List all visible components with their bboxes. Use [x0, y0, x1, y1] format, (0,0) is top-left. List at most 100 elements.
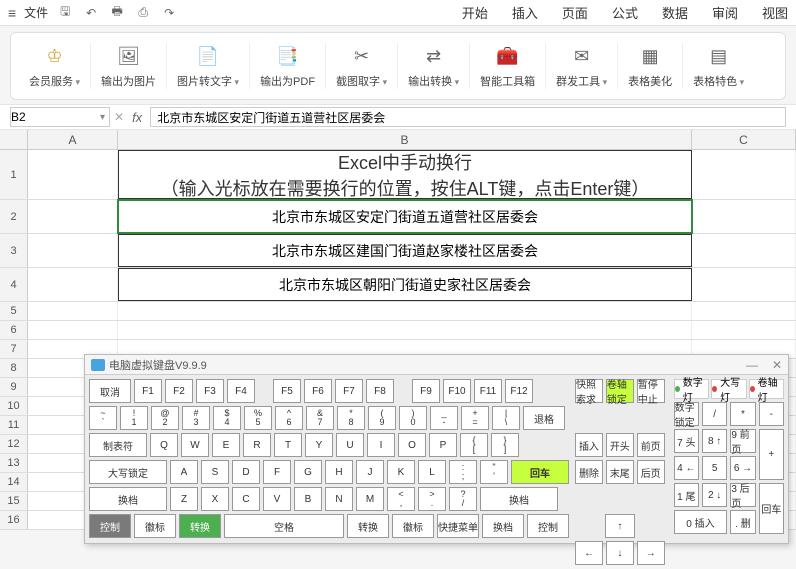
- key-6[interactable]: ^6: [275, 406, 303, 430]
- ribbon-会员服务[interactable]: ♔会员服务: [19, 43, 91, 89]
- cancel-formula-icon[interactable]: ✕: [114, 110, 124, 124]
- cell-c5[interactable]: [692, 302, 796, 320]
- tab-page[interactable]: 页面: [562, 3, 588, 22]
- key-k[interactable]: K: [387, 460, 415, 484]
- key-换档7[interactable]: 换档: [482, 514, 524, 538]
- key-np4[interactable]: 4 ←: [674, 456, 699, 480]
- key-8[interactable]: *8: [337, 406, 365, 430]
- key-'[interactable]: "': [480, 460, 508, 484]
- row-header-9[interactable]: 9: [0, 378, 28, 396]
- key-esc[interactable]: 取消: [89, 379, 131, 403]
- ribbon-智能工具箱[interactable]: 🧰智能工具箱: [470, 43, 546, 89]
- row-header-10[interactable]: 10: [0, 397, 28, 415]
- cell-a5[interactable]: [28, 302, 118, 320]
- ribbon-表格特色[interactable]: ▤表格特色: [683, 43, 754, 89]
- key-f6[interactable]: F6: [304, 379, 332, 403]
- key-enter[interactable]: 回车: [511, 460, 569, 484]
- key-f9[interactable]: F9: [412, 379, 440, 403]
- cell-c3[interactable]: [692, 234, 796, 267]
- key-f2[interactable]: F2: [165, 379, 193, 403]
- select-all-corner[interactable]: [0, 130, 28, 149]
- key-2[interactable]: @2: [151, 406, 179, 430]
- cell-b6[interactable]: [118, 321, 692, 339]
- key-side-m2-1[interactable]: 末尾: [606, 460, 634, 484]
- key-5[interactable]: %5: [244, 406, 272, 430]
- key-side-top-1[interactable]: 卷轴锁定: [606, 379, 634, 403]
- key-tab[interactable]: 制表符: [89, 433, 147, 457]
- key-[[interactable]: {[: [460, 433, 488, 457]
- key-left[interactable]: ←: [575, 541, 603, 565]
- key-7[interactable]: &7: [306, 406, 334, 430]
- key-i[interactable]: I: [367, 433, 395, 457]
- key-b[interactable]: B: [294, 487, 322, 511]
- key-up[interactable]: ↑: [605, 514, 635, 538]
- key-np*[interactable]: *: [730, 402, 755, 426]
- ribbon-截图取字[interactable]: ✂截图取字: [326, 43, 398, 89]
- cell-a4[interactable]: [28, 268, 118, 301]
- key-np0[interactable]: 0 插入: [674, 510, 728, 534]
- key-y[interactable]: Y: [305, 433, 333, 457]
- file-menu[interactable]: 文件: [24, 4, 48, 21]
- key-s[interactable]: S: [201, 460, 229, 484]
- key-,[interactable]: <,: [387, 487, 415, 511]
- cell-c6[interactable]: [692, 321, 796, 339]
- col-header-c[interactable]: C: [692, 130, 796, 149]
- key-side-top-0[interactable]: 快照索求: [575, 379, 603, 403]
- key-u[interactable]: U: [336, 433, 364, 457]
- key-right[interactable]: →: [637, 541, 665, 565]
- key-side-m2-2[interactable]: 后页: [637, 460, 665, 484]
- row-header-16[interactable]: 16: [0, 511, 28, 529]
- ribbon-群发工具[interactable]: ✉群发工具: [546, 43, 618, 89]
- key-np-[interactable]: -: [759, 402, 784, 426]
- key-side-m1-2[interactable]: 前页: [637, 433, 665, 457]
- key-f8[interactable]: F8: [366, 379, 394, 403]
- key-v[interactable]: V: [263, 487, 291, 511]
- row-header-4[interactable]: 4: [0, 268, 28, 301]
- ribbon-输出转换[interactable]: ⇄输出转换: [398, 43, 470, 89]
- key-控制8[interactable]: 控制: [527, 514, 569, 538]
- key-np5[interactable]: 5: [702, 456, 727, 480]
- undo-icon[interactable]: ↶: [82, 6, 100, 20]
- cell-b5[interactable]: [118, 302, 692, 320]
- key-快捷菜单6[interactable]: 快捷菜单: [437, 514, 479, 538]
- key-r[interactable]: R: [243, 433, 271, 457]
- key-l[interactable]: L: [418, 460, 446, 484]
- key-\[interactable]: |\: [492, 406, 520, 430]
- tab-home[interactable]: 开始: [462, 3, 488, 22]
- save-icon[interactable]: 🖫: [56, 2, 74, 23]
- fx-icon[interactable]: fx: [128, 110, 146, 125]
- key-np8[interactable]: 8 ↑: [702, 429, 727, 453]
- row-header-3[interactable]: 3: [0, 234, 28, 267]
- key-side-top-2[interactable]: 暂停中止: [637, 379, 665, 403]
- cell-b3[interactable]: 北京市东城区建国门街道赵家楼社区居委会: [118, 234, 692, 267]
- key-=[interactable]: +=: [461, 406, 489, 430]
- key-t[interactable]: T: [274, 433, 302, 457]
- key-f10[interactable]: F10: [443, 379, 471, 403]
- row-header-13[interactable]: 13: [0, 454, 28, 472]
- key-j[interactable]: J: [356, 460, 384, 484]
- key-f1[interactable]: F1: [134, 379, 162, 403]
- row-header-7[interactable]: 7: [0, 340, 28, 358]
- key-][interactable]: }]: [491, 433, 519, 457]
- row-header-8[interactable]: 8: [0, 359, 28, 377]
- key-f5[interactable]: F5: [273, 379, 301, 403]
- cell-b2[interactable]: 北京市东城区安定门街道五道营社区居委会: [118, 200, 692, 233]
- key-shift-r[interactable]: 换档: [480, 487, 558, 511]
- key-np-plus[interactable]: +: [759, 429, 784, 480]
- key-f11[interactable]: F11: [474, 379, 502, 403]
- key-1[interactable]: !1: [120, 406, 148, 430]
- key-空格3[interactable]: 空格: [224, 514, 344, 538]
- key-f7[interactable]: F7: [335, 379, 363, 403]
- tab-data[interactable]: 数据: [662, 3, 688, 22]
- key-shift-l[interactable]: 换档: [89, 487, 167, 511]
- tab-insert[interactable]: 插入: [512, 3, 538, 22]
- key-down[interactable]: ↓: [606, 541, 634, 565]
- key-9[interactable]: (9: [368, 406, 396, 430]
- key-x[interactable]: X: [201, 487, 229, 511]
- key-f[interactable]: F: [263, 460, 291, 484]
- key-/[interactable]: ?/: [449, 487, 477, 511]
- key-side-m1-0[interactable]: 插入: [575, 433, 603, 457]
- cell-a6[interactable]: [28, 321, 118, 339]
- key-o[interactable]: O: [398, 433, 426, 457]
- print-icon[interactable]: 🖶: [108, 2, 126, 23]
